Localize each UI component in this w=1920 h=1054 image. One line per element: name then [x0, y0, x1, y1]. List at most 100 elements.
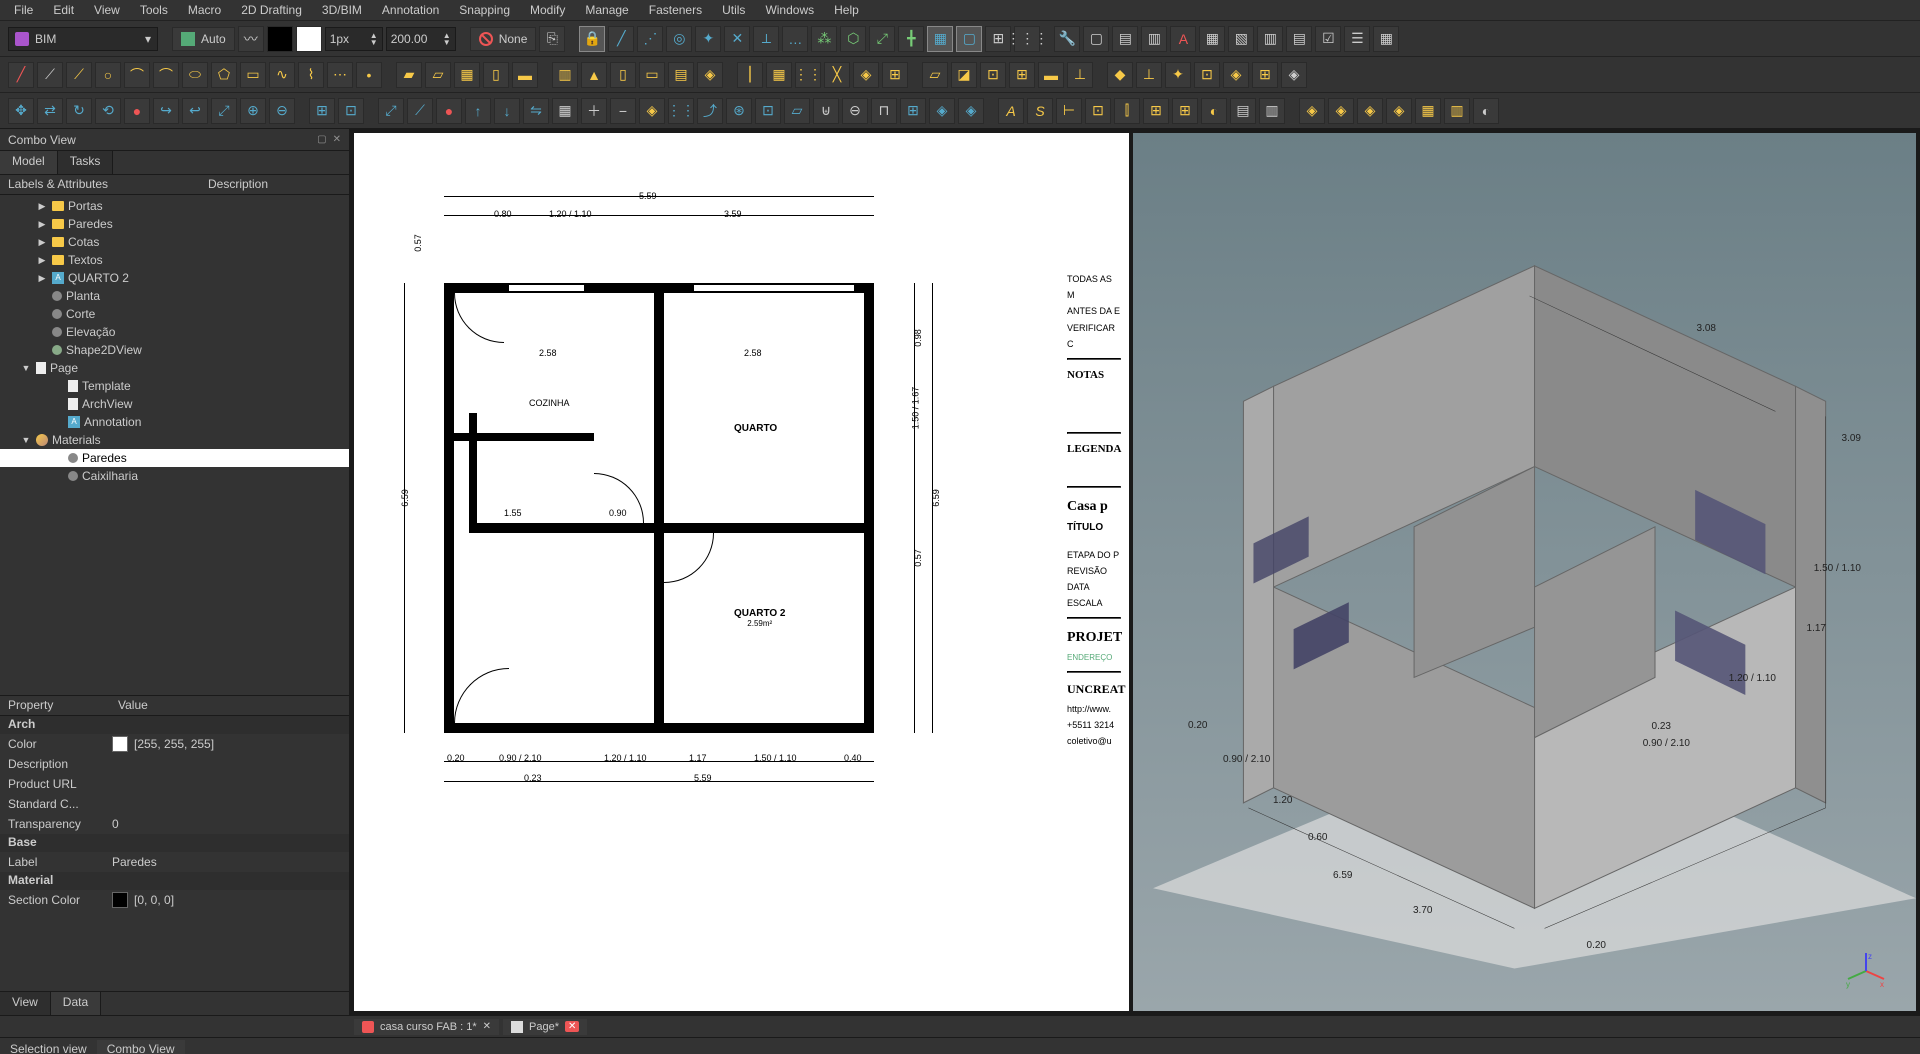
menu-tools[interactable]: Tools [130, 1, 178, 19]
expand-icon[interactable]: ▶ [36, 201, 48, 212]
fill-black-icon[interactable] [267, 26, 293, 52]
building-icon[interactable]: ◈ [1328, 98, 1354, 124]
array-rect-icon[interactable]: ⋮⋮ [668, 98, 694, 124]
ungroup-icon[interactable]: ▥ [1444, 98, 1470, 124]
grid-icon[interactable]: ⊞ [1172, 98, 1198, 124]
tree-item[interactable]: ▶Textos [0, 251, 349, 269]
wire-icon[interactable]: ⟋ [66, 62, 92, 88]
model-tree[interactable]: ▶Portas▶Paredes▶Cotas▶Textos▶AQUARTO 2Pl… [0, 195, 349, 695]
material-icon[interactable]: ⊥ [1136, 62, 1162, 88]
tree-item[interactable]: Paredes [0, 449, 349, 467]
axis-system-icon[interactable]: ⊞ [1143, 98, 1169, 124]
font-size-input[interactable]: 200.00▲▼ [386, 27, 456, 51]
slab-icon[interactable]: ▰ [396, 62, 422, 88]
snap-midpoint-icon[interactable]: ⋰ [637, 26, 663, 52]
array-polar-icon[interactable]: ⊛ [726, 98, 752, 124]
difference-icon[interactable]: ⊖ [842, 98, 868, 124]
label-icon[interactable]: ⊡ [1085, 98, 1111, 124]
menu-snapping[interactable]: Snapping [449, 1, 520, 19]
grey-cube-icon[interactable]: ◈ [1281, 62, 1307, 88]
expand-icon[interactable]: ▶ [36, 219, 48, 230]
window-tool-icon[interactable]: ▯ [610, 62, 636, 88]
section-icon[interactable]: ▤ [1112, 26, 1138, 52]
rotate3d-icon[interactable]: ⟲ [95, 98, 121, 124]
expand-icon[interactable]: ▶ [36, 273, 48, 284]
menu-icon[interactable]: ▦ [1373, 26, 1399, 52]
panel-sheet-icon[interactable]: ⊡ [980, 62, 1006, 88]
workbench-selector[interactable]: BIM ▾ [8, 27, 158, 51]
roof-icon[interactable]: ▲ [581, 62, 607, 88]
rectangle-icon[interactable]: ▭ [240, 62, 266, 88]
structural-icon[interactable]: ⊥ [1067, 62, 1093, 88]
trimex-icon[interactable]: ⤢ [211, 98, 237, 124]
menu-fasteners[interactable]: Fasteners [639, 1, 712, 19]
text-A-icon[interactable]: A [998, 98, 1024, 124]
array-path-icon[interactable]: ⤴ [697, 98, 723, 124]
mirror-icon[interactable]: ⇋ [523, 98, 549, 124]
annotation-icon[interactable]: A [1170, 26, 1196, 52]
tree-item[interactable]: Elevação [0, 323, 349, 341]
arc-icon[interactable]: ⌒ [124, 62, 150, 88]
move-icon[interactable]: ✥ [8, 98, 34, 124]
toggle-icon[interactable]: ◐ [1473, 98, 1499, 124]
panel-cut-icon[interactable]: ◪ [951, 62, 977, 88]
tree-item[interactable]: ▶Paredes [0, 215, 349, 233]
box3d-icon[interactable]: ◈ [1223, 62, 1249, 88]
menu-windows[interactable]: Windows [755, 1, 824, 19]
dimension-icon[interactable]: ⊢ [1056, 98, 1082, 124]
snap-near-icon[interactable]: ⤢ [869, 26, 895, 52]
document-tab[interactable]: casa curso FAB : 1* ✕ [354, 1019, 499, 1035]
toggle-grid-icon[interactable]: ⋮⋮⋮ [1014, 26, 1040, 52]
upgrade-icon[interactable]: ⊞ [309, 98, 335, 124]
menu-utils[interactable]: Utils [712, 1, 755, 19]
close-icon[interactable]: ✕ [333, 134, 341, 145]
line-tool-icon[interactable]: ╱ [8, 62, 34, 88]
draft-icon[interactable]: ◈ [958, 98, 984, 124]
tab-data[interactable]: Data [51, 992, 101, 1015]
panel-icon[interactable]: ▱ [922, 62, 948, 88]
tree-item[interactable]: ▶Portas [0, 197, 349, 215]
site-icon[interactable]: ◈ [1357, 98, 1383, 124]
downgrade-icon[interactable]: ⊡ [338, 98, 364, 124]
snap-ortho-icon[interactable]: ╋ [898, 26, 924, 52]
fill-white-icon[interactable] [296, 26, 322, 52]
tree-item[interactable]: AAnnotation [0, 413, 349, 431]
expand-icon[interactable]: ▼ [20, 363, 32, 373]
close-icon[interactable]: ✕ [565, 1021, 579, 1032]
remove-icon[interactable]: − [610, 98, 636, 124]
construction-plane-button[interactable]: None [470, 27, 537, 51]
tab-view[interactable]: View [0, 992, 51, 1015]
axis-widget-icon[interactable]: xyz [1846, 951, 1886, 991]
prop-row-std[interactable]: Standard C... [0, 794, 349, 814]
tree-item[interactable]: ▶Cotas [0, 233, 349, 251]
snap-grid-icon[interactable]: ▦ [927, 26, 953, 52]
snap-perpendicular-icon[interactable]: ⟂ [753, 26, 779, 52]
prop-row-transparency[interactable]: Transparency0 [0, 814, 349, 834]
axis-icon[interactable]: ⫿ [1114, 98, 1140, 124]
beam-icon[interactable]: ▬ [512, 62, 538, 88]
snap-special-icon[interactable]: ⬡ [840, 26, 866, 52]
float-icon[interactable]: ▢ [317, 134, 326, 145]
up-icon[interactable]: ↑ [465, 98, 491, 124]
stairs-icon[interactable]: ▤ [668, 62, 694, 88]
tab-combo-view[interactable]: Combo View [97, 1040, 185, 1054]
tree-item[interactable]: Planta [0, 287, 349, 305]
menu-manage[interactable]: Manage [575, 1, 638, 19]
snap-extension-icon[interactable]: … [782, 26, 808, 52]
polygon-icon[interactable]: ⬠ [211, 62, 237, 88]
split-icon[interactable]: ⊖ [269, 98, 295, 124]
arc3p-icon[interactable]: ⌒ [153, 62, 179, 88]
menu-annotation[interactable]: Annotation [372, 1, 449, 19]
prop-row-url[interactable]: Product URL [0, 774, 349, 794]
menu-3dbim[interactable]: 3D/BIM [312, 1, 372, 19]
reference-icon[interactable]: ⊡ [1194, 62, 1220, 88]
snap-intersect-icon[interactable]: ✕ [724, 26, 750, 52]
offset2d-icon[interactable]: ↩ [182, 98, 208, 124]
offset-icon[interactable]: ↪ [153, 98, 179, 124]
tree-item[interactable]: ▶AQUARTO 2 [0, 269, 349, 287]
rotate-icon[interactable]: ↻ [66, 98, 92, 124]
project-icon[interactable]: ◈ [1386, 98, 1412, 124]
snap-parallel-icon[interactable]: ⁂ [811, 26, 837, 52]
tab-model[interactable]: Model [0, 151, 58, 174]
doc-icon[interactable]: ▤ [1286, 26, 1312, 52]
